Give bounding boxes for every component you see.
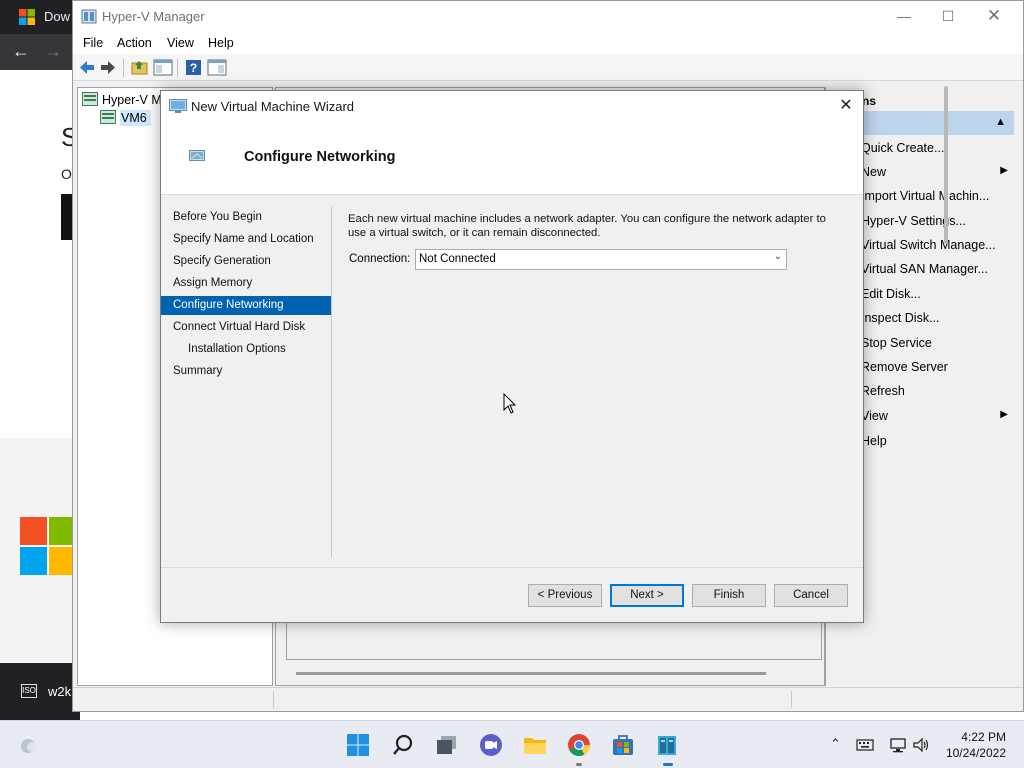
tree-root-label: Hyper-V M xyxy=(102,93,162,107)
chevron-up-icon[interactable]: ⌃ xyxy=(830,736,841,752)
task-view-icon[interactable] xyxy=(435,733,459,757)
hyperv-window-title: Hyper-V Manager xyxy=(102,9,205,24)
previous-button[interactable]: < Previous xyxy=(528,584,602,607)
back-icon[interactable] xyxy=(77,58,97,77)
forward-arrow-icon[interactable]: → xyxy=(44,41,62,62)
step-installation-options[interactable]: Installation Options xyxy=(161,340,331,359)
hyperv-app-icon xyxy=(81,9,97,24)
details-pane xyxy=(286,620,822,660)
toolbar-separator xyxy=(177,59,178,77)
wizard-app-icon xyxy=(169,99,187,113)
download-bar: ISO w2k xyxy=(0,663,80,725)
clock-date: 10/24/2022 xyxy=(945,746,1006,760)
tree-root-hyperv[interactable]: Hyper-V M xyxy=(82,92,162,107)
iso-file-icon: ISO xyxy=(21,684,37,698)
close-icon[interactable]: ✕ xyxy=(971,1,1017,32)
menu-bar: File Action View Help xyxy=(73,32,1023,54)
network-icon[interactable] xyxy=(889,737,907,753)
taskbar: ⌃ 4:22 PM 10/24/2022 xyxy=(0,720,1024,768)
system-clock[interactable]: 4:22 PM 10/24/2022 xyxy=(946,729,1006,761)
wizard-close-icon[interactable]: ✕ xyxy=(829,91,863,121)
wizard-title: New Virtual Machine Wizard xyxy=(191,99,355,114)
connection-label: Connection: xyxy=(349,253,411,265)
connection-dropdown[interactable]: Not Connected ⌄ xyxy=(415,249,787,270)
hyperv-manager-icon[interactable] xyxy=(655,733,679,757)
chrome-icon[interactable] xyxy=(567,733,591,757)
menu-action[interactable]: Action xyxy=(117,36,152,50)
chevron-down-icon: ⌄ xyxy=(773,251,782,262)
running-indicator xyxy=(576,763,582,766)
menu-file[interactable]: File xyxy=(83,36,103,50)
connection-selected-value: Not Connected xyxy=(419,253,496,265)
step-connect-virtual-hard-disk[interactable]: Connect Virtual Hard Disk xyxy=(161,318,331,337)
hyperv-titlebar: Hyper-V Manager — ☐ ✕ xyxy=(73,1,1023,32)
submenu-arrow-icon: ▶ xyxy=(1000,409,1008,420)
step-summary[interactable]: Summary xyxy=(161,362,331,381)
tree-item-vm6-label: VM6 xyxy=(120,110,151,126)
up-folder-icon[interactable] xyxy=(130,58,150,77)
back-arrow-icon[interactable]: ← xyxy=(12,41,30,62)
toolbar: ? xyxy=(73,54,1023,81)
start-icon[interactable] xyxy=(346,733,370,757)
maximize-icon[interactable]: ☐ xyxy=(925,1,971,32)
microsoft-logo-icon xyxy=(19,9,35,25)
forward-icon[interactable] xyxy=(98,58,118,77)
menu-view[interactable]: View xyxy=(167,36,194,50)
keyboard-icon[interactable] xyxy=(856,738,874,752)
mouse-cursor-icon xyxy=(503,393,517,414)
help-icon[interactable]: ? xyxy=(184,58,204,77)
search-icon[interactable] xyxy=(391,733,415,757)
collapse-caret-icon[interactable]: ▲ xyxy=(995,116,1006,128)
download-item-name[interactable]: w2k xyxy=(48,684,71,699)
step-specify-name-and-location[interactable]: Specify Name and Location xyxy=(161,230,331,249)
tree-item-vm6[interactable]: VM6 xyxy=(100,110,151,126)
file-explorer-icon[interactable] xyxy=(523,733,547,757)
connection-row: Connection: Not Connected ⌄ xyxy=(348,249,848,271)
new-vm-wizard-dialog: New Virtual Machine Wizard ✕ Configure N… xyxy=(160,90,864,623)
show-hide-action-pane-icon[interactable] xyxy=(207,58,227,77)
finish-button[interactable]: Finish xyxy=(692,584,766,607)
running-indicator-active xyxy=(663,763,673,766)
show-hide-console-tree-icon[interactable] xyxy=(153,58,173,77)
store-icon[interactable] xyxy=(611,733,635,757)
clock-time: 4:22 PM xyxy=(961,730,1006,744)
networking-description: Each new virtual machine includes a netw… xyxy=(348,213,826,239)
horizontal-scrollbar[interactable] xyxy=(296,672,766,675)
wizard-page-title: Configure Networking xyxy=(244,149,396,165)
footer-divider xyxy=(161,567,863,568)
browser-tab[interactable]: Dow xyxy=(0,0,80,34)
step-assign-memory[interactable]: Assign Memory xyxy=(161,274,331,293)
actions-scrollbar[interactable] xyxy=(944,86,948,244)
status-divider xyxy=(791,691,792,708)
status-divider xyxy=(273,691,274,708)
minimize-icon[interactable]: — xyxy=(881,1,927,32)
next-button[interactable]: Next > xyxy=(610,584,684,607)
svg-text:?: ? xyxy=(190,61,197,75)
step-configure-networking[interactable]: Configure Networking xyxy=(161,296,331,315)
menu-help[interactable]: Help xyxy=(208,36,234,50)
wizard-steps-nav: Before You Begin Specify Name and Locati… xyxy=(161,207,332,557)
host-tree-icon xyxy=(100,110,116,124)
network-page-icon xyxy=(189,150,205,161)
wizard-titlebar: New Virtual Machine Wizard ✕ xyxy=(161,91,863,123)
toolbar-separator xyxy=(123,59,124,77)
browser-tab-title: Dow xyxy=(44,9,71,24)
step-before-you-begin[interactable]: Before You Begin xyxy=(161,208,331,227)
meet-icon[interactable] xyxy=(479,733,503,757)
volume-icon[interactable] xyxy=(913,737,931,753)
microsoft-large-logo-icon xyxy=(20,517,76,575)
status-bar xyxy=(73,687,1023,711)
submenu-arrow-icon: ▶ xyxy=(1000,165,1008,176)
step-specify-generation[interactable]: Specify Generation xyxy=(161,252,331,271)
cancel-button[interactable]: Cancel xyxy=(774,584,848,607)
wizard-header: Configure Networking xyxy=(161,123,863,195)
weather-icon[interactable] xyxy=(17,734,39,756)
server-tree-icon xyxy=(82,92,98,106)
page-text-fragment: O xyxy=(61,166,72,182)
wizard-content: Each new virtual machine includes a netw… xyxy=(348,212,848,270)
